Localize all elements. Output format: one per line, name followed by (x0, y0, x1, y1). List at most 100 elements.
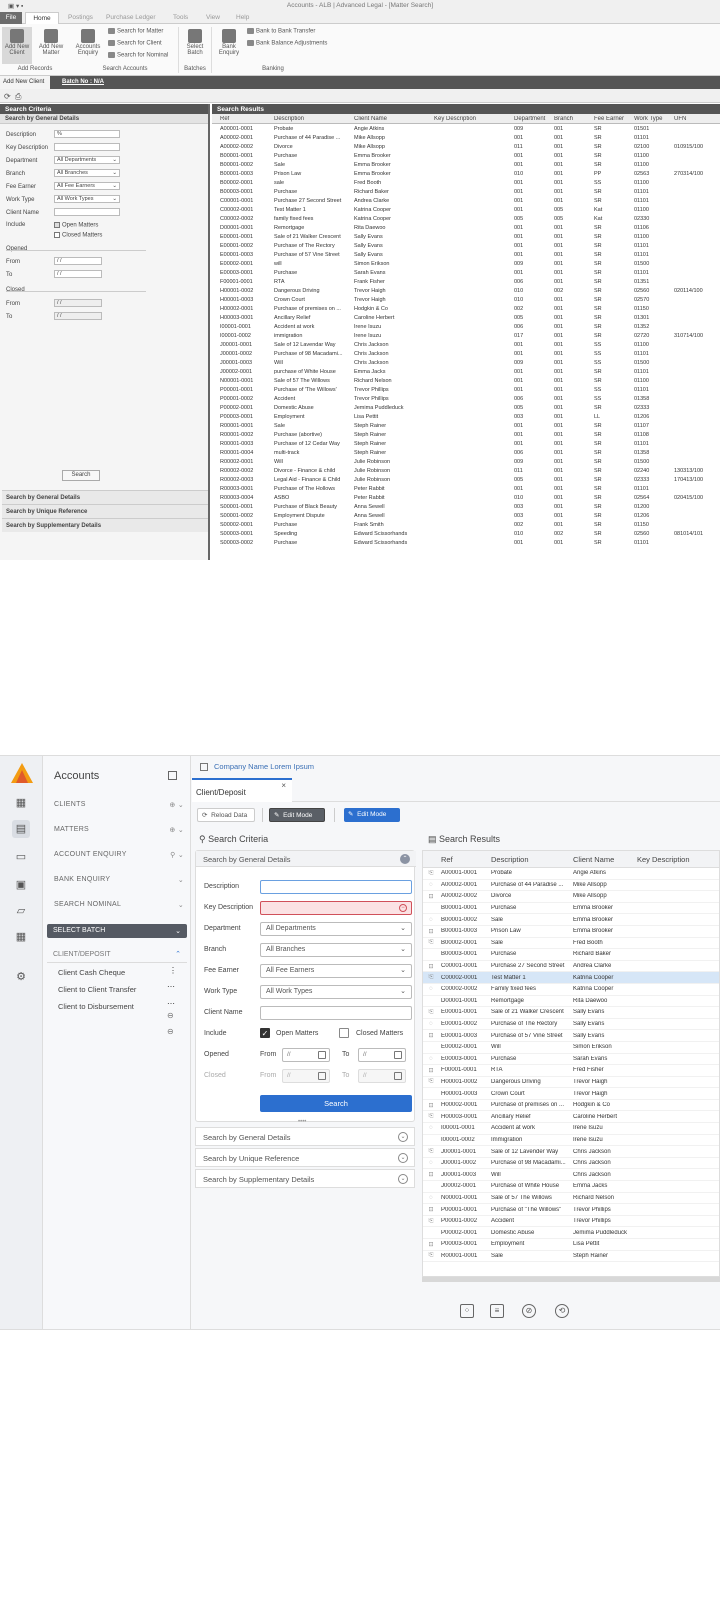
open-matters-checkbox[interactable]: ✓ (260, 1028, 270, 1038)
opened-to-date[interactable]: / / (54, 270, 102, 278)
key-description-input[interactable]: − (260, 901, 412, 915)
accordion-general-details[interactable]: Search by General Details ⌄ (195, 1127, 415, 1146)
sidebar-item-bank-enquiry[interactable]: BANK ENQUIRY ⌄ (54, 876, 184, 884)
table-row[interactable]: B00002-0001 sale Fred Booth 001 001 SS 01100 (212, 178, 720, 187)
table-row[interactable]: J00002-0001 Purchase of White House Emma J… (423, 1181, 719, 1193)
company-breadcrumb[interactable]: Company Name Lorem Ipsum (200, 762, 314, 772)
menu-help[interactable]: Help (236, 14, 249, 21)
sub-item-client-to-disbursement[interactable]: Client to Disbursement (58, 1002, 134, 1011)
compass-icon[interactable]: ⊘ (522, 1304, 536, 1318)
table-row[interactable]: J00002-0001 purchase of White House Emma J… (212, 367, 720, 376)
apps-grid-icon[interactable]: ⁘ (460, 1304, 474, 1318)
client-name-input[interactable] (260, 1006, 412, 1020)
select-batch-button[interactable]: Select Batch (181, 29, 209, 56)
table-row[interactable]: ◌ E00003-0001 Purchase Sarah Evans (423, 1054, 719, 1066)
menu-view[interactable]: View (206, 14, 220, 21)
client-name-input[interactable] (54, 208, 120, 216)
table-row[interactable]: E00002-0001 will Simon Erikson 009 001 SR 0150… (212, 259, 720, 268)
more-horizontal-icon[interactable]: ⋯ (167, 982, 175, 991)
table-row[interactable]: R00002-0002 Divorce - Finance & child Juli… (212, 466, 720, 475)
table-row[interactable]: P00002-0001 Domestic Abuse Jemima Puddledu… (423, 1227, 719, 1239)
general-details-header[interactable]: Search by General Details (0, 114, 208, 124)
table-row[interactable]: E00001-0001 Sale of 21 Walker Crescent Sal… (212, 232, 720, 241)
table-row[interactable]: C00002-0001 Test Matter 1 Katrina Cooper 00… (212, 205, 720, 214)
table-row[interactable]: ⎘ E00001-0001 Sale of 21 Walker Crescent Sa… (423, 1007, 719, 1019)
table-row[interactable]: A00001-0001 Probate Angie Atkins 009 001 SR 01… (212, 124, 720, 133)
add-new-client-button[interactable]: Add New Client (2, 27, 32, 64)
table-row[interactable]: ⎘ C00002-0001 Test Matter 1 Katrina Cooper (423, 972, 719, 984)
table-row[interactable]: D00001-0001 Remortgage Rita Daewoo (423, 996, 719, 1008)
search-for-client-button[interactable]: Search for Client (108, 40, 162, 47)
chevron-up-icon[interactable]: ⌃ (400, 854, 410, 864)
table-row[interactable]: E00003-0001 Purchase Sarah Evans 001 001 SR 01… (212, 268, 720, 277)
accordion-supplementary-details[interactable]: Search by Supplementary Details (2, 518, 208, 532)
table-row[interactable]: B00001-0003 Prison Law Emma Brooker 010 001 P… (212, 169, 720, 178)
branch-select[interactable]: All Branches ⌄ (260, 943, 412, 957)
table-row[interactable]: ◌ B00001-0002 Sale Emma Brooker (423, 914, 719, 926)
table-row[interactable]: ⎘ H00003-0001 Ancillary Relief Caroline Her… (423, 1111, 719, 1124)
table-row[interactable]: ⊡ E00001-0003 Purchase of 57 Vine Street Sa… (423, 1030, 719, 1042)
closed-matters-checkbox[interactable] (339, 1028, 349, 1038)
table-row[interactable]: ⊡ H00002-0001 Purchase of premises on ... H… (423, 1100, 719, 1112)
search-chevron-icon[interactable]: ⚲ ⌄ (170, 851, 184, 859)
department-select[interactable]: All Departments ⌄ (260, 922, 412, 936)
department-select[interactable]: All Departments ⌄ (54, 156, 120, 164)
work-type-select[interactable]: All Work Types ⌄ (260, 985, 412, 999)
table-row[interactable]: ⎘ A00001-0001 Probate Angie Atkins (423, 868, 719, 880)
table-row[interactable]: E00002-0001 Will Simon Erikson (423, 1042, 719, 1054)
add-new-matter-button[interactable]: Add New Matter (36, 29, 66, 56)
sidebar-item-client-deposit[interactable]: CLIENT/DEPOSIT ⌃ (47, 951, 187, 963)
bank-transfer-button[interactable]: Bank to Bank Transfer (247, 28, 315, 35)
accordion-general-details[interactable]: Search by General Details (2, 490, 208, 504)
calendar-icon[interactable] (318, 1051, 326, 1059)
table-row[interactable]: P00001-0002 Accident Trevor Phillips 006 001… (212, 394, 720, 403)
opened-to-date[interactable]: // (358, 1048, 406, 1062)
more-horizontal-icon[interactable]: ⋯ (167, 999, 175, 1008)
table-row[interactable]: E00001-0003 Purchase of 57 Vine Street Sal… (212, 250, 720, 259)
key-description-input[interactable] (54, 143, 120, 151)
settings-gear-icon[interactable]: ⚙ (12, 968, 30, 986)
col-description[interactable]: Description (491, 855, 573, 864)
table-row[interactable]: R00001-0001 Sale Steph Rainer 001 001 SR 01107 (212, 421, 720, 430)
sidebar-item-clients[interactable]: CLIENTS ⊕ ⌄ (54, 801, 184, 809)
closed-from-date[interactable]: / / (54, 299, 102, 307)
table-row[interactable]: ⎘ R00001-0001 Sale Steph Rainer (423, 1251, 719, 1263)
table-row[interactable]: ◌ I00001-0001 Accident at work Irene Isuzu (423, 1123, 719, 1135)
table-row[interactable]: I00001-0001 Accident at work Irene Isuzu 00… (212, 322, 720, 331)
col-branch[interactable]: Branch (554, 116, 594, 122)
tab-client-deposit[interactable]: Client/Deposit × (192, 778, 292, 802)
resize-handle-icon[interactable]: •••• (298, 1119, 306, 1125)
opened-from-date[interactable]: / / (54, 257, 102, 265)
open-matters-checkbox[interactable]: Open Matters (54, 222, 98, 229)
table-row[interactable]: ⊡ A00002-0002 Divorce Mike Allsopp (423, 891, 719, 903)
table-row[interactable]: ◌ E00001-0002 Purchase of The Rectory Sally… (423, 1019, 719, 1031)
calendar-icon[interactable] (394, 1051, 402, 1059)
sub-item-client-to-client-transfer[interactable]: Client to Client Transfer (58, 985, 136, 994)
table-row[interactable]: H00001-0002 Dangerous Driving Trevor Haigh… (212, 286, 720, 295)
tab-add-new-client[interactable]: Add New Client (0, 76, 50, 89)
table-row[interactable]: J00001-0003 Will Chris Jackson 009 001 SS 0150… (212, 358, 720, 367)
close-icon[interactable]: × (281, 781, 286, 790)
layers-icon[interactable]: ≡ (490, 1304, 504, 1318)
search-button[interactable]: Search (62, 470, 100, 481)
table-row[interactable]: R00001-0002 Purchase (abortive) Steph Rain… (212, 430, 720, 439)
accounts-grid-icon[interactable]: ▦ (12, 794, 30, 812)
table-row[interactable]: ⊡ P00003-0001 Employment Lisa Pettit (423, 1239, 719, 1251)
accounts-enquiry-button[interactable]: Accounts Enquiry (72, 29, 104, 56)
chevron-down-icon[interactable]: ⌄ (178, 876, 184, 884)
menu-file[interactable]: File (0, 12, 22, 24)
table-row[interactable]: S00001-0001 Purchase of Black Beauty Anna … (212, 502, 720, 511)
col-client-name[interactable]: Client Name (354, 116, 434, 122)
table-row[interactable]: ⊡ B00001-0003 Prison Law Emma Brooker (423, 926, 719, 938)
closed-matters-checkbox[interactable]: Closed Matters (54, 232, 102, 239)
description-input[interactable]: % (54, 130, 120, 138)
select-batch-button[interactable]: SELECT BATCH ⌄ (47, 924, 187, 938)
edit-mode-button-blue[interactable]: ✎ Edit Mode (344, 808, 400, 822)
menu-purchase-ledger[interactable]: Purchase Ledger (106, 14, 156, 21)
table-row[interactable]: N00001-0001 Sale of 57 The Willows Richard… (212, 376, 720, 385)
branch-select[interactable]: All Branches ⌄ (54, 169, 120, 177)
table-row[interactable]: ⎘ J00001-0001 Sale of 12 Lavender Way Chris… (423, 1146, 719, 1158)
table-row[interactable]: R00003-0004 ASBO Peter Rabbit 010 001 SR 02564… (212, 493, 720, 502)
table-row[interactable]: C00002-0002 family fixed fees Katrina Coop… (212, 214, 720, 223)
table-row[interactable]: ◌ J00001-0002 Purchase of 98 Macadami... Ch… (423, 1158, 719, 1170)
